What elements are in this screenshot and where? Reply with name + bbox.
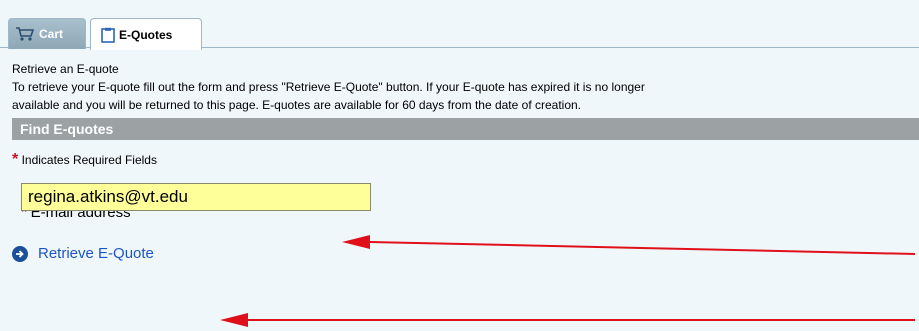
required-note-text: Indicates Required Fields [21,153,157,167]
instructions-line-1: To retrieve your E-quote fill out the fo… [12,80,645,94]
arrow-circle-icon [12,245,28,262]
clipboard-icon [101,27,115,43]
required-star-icon: * [12,151,19,168]
tab-bar: Cart E-Quotes [0,0,919,50]
annotation-arrow-email [342,235,916,255]
retrieve-equote-link[interactable]: Retrieve E-Quote [12,245,154,262]
page-heading: Retrieve an E-quote [12,62,119,76]
cart-icon [15,26,35,42]
tab-equotes[interactable]: E-Quotes [90,18,202,50]
section-title: Find E-quotes [12,118,919,140]
tab-equotes-label: E-Quotes [119,27,173,42]
email-field[interactable] [21,183,371,211]
tab-cart[interactable]: Cart [8,18,86,49]
required-note: * Indicates Required Fields [12,151,157,169]
retrieve-equote-label: Retrieve E-Quote [38,245,154,262]
instructions-line-2: available and you will be returned to th… [12,98,582,112]
annotation-arrow-retrieve [220,313,915,327]
tab-cart-label: Cart [39,27,64,41]
